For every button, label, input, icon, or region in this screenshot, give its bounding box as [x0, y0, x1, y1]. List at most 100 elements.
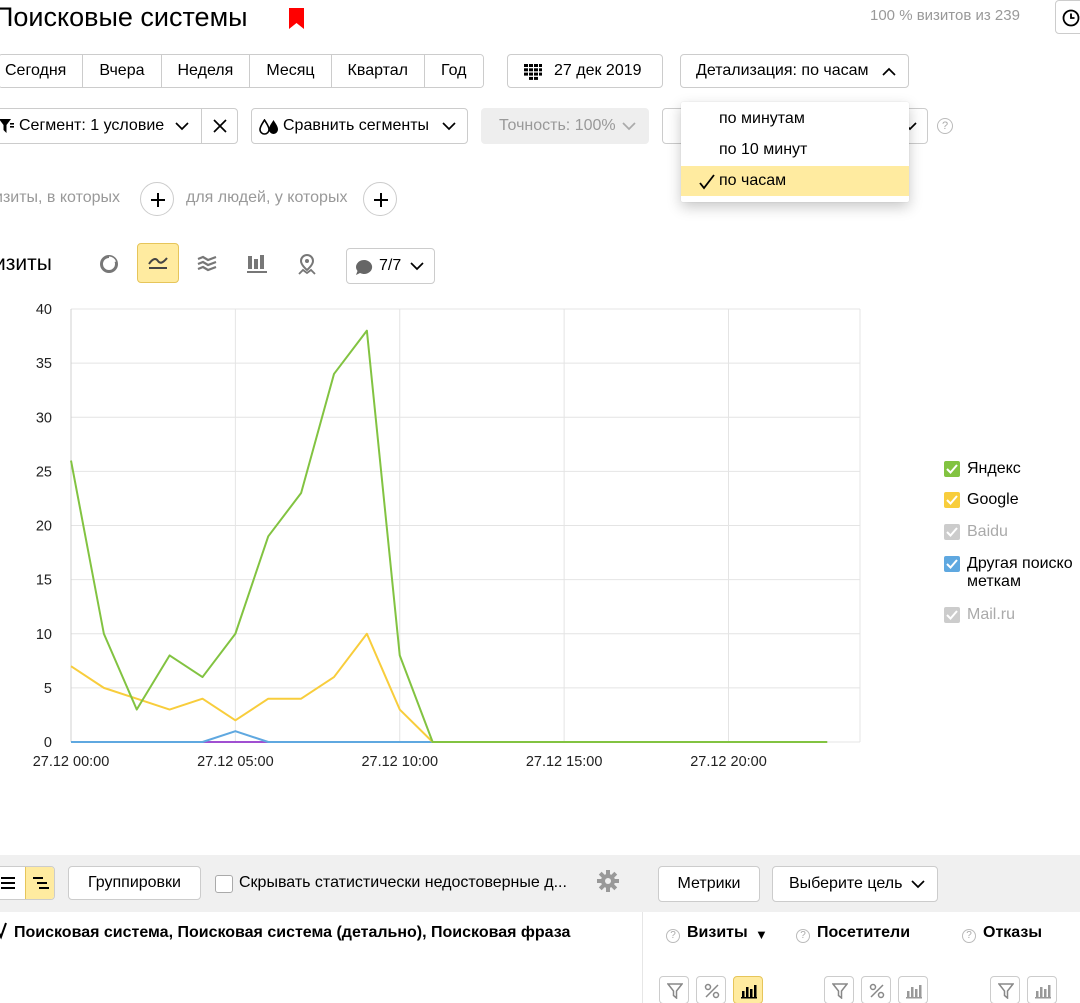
- chart-type-area[interactable]: [186, 244, 228, 284]
- filter-icon: [0, 119, 14, 133]
- legend-checkbox[interactable]: [944, 524, 960, 540]
- series-count: 7/7: [379, 257, 402, 274]
- chevron-down-icon: [175, 122, 189, 131]
- detail-dropdown-button[interactable]: Детализация: по часам: [680, 54, 909, 88]
- checkmark-icon: [946, 464, 958, 474]
- help-icon[interactable]: ?: [962, 929, 976, 943]
- help-icon[interactable]: ?: [666, 929, 680, 943]
- tree-view-button[interactable]: [25, 867, 54, 899]
- period-today[interactable]: Сегодня: [0, 55, 84, 87]
- chevron-up-icon: [882, 67, 896, 76]
- detail-dropdown-menu: по минутам по 10 минут по часам: [681, 102, 909, 202]
- x-tick-label: 27.12 00:00: [33, 754, 110, 770]
- detail-option-10-minutes[interactable]: по 10 минут: [681, 135, 909, 165]
- add-visits-condition-button[interactable]: [140, 182, 174, 216]
- bar-chart-icon: [247, 255, 267, 273]
- legend-checkbox[interactable]: [944, 461, 960, 477]
- x-tick-label: 27.12 15:00: [526, 754, 603, 770]
- legend-label: Яндекс: [967, 460, 1021, 477]
- select-goal-button[interactable]: Выберите цель: [772, 866, 938, 902]
- chevron-down-icon: [622, 122, 636, 131]
- clock-icon: [1062, 9, 1080, 27]
- detail-option-hours[interactable]: по часам: [681, 166, 909, 196]
- legend-label: Google: [967, 491, 1019, 508]
- hide-unreliable-label: Скрывать статистически недостоверные д..…: [239, 874, 567, 891]
- dimensions-header[interactable]: Поисковая система, Поисковая система (де…: [14, 924, 570, 942]
- date-label: 27 дек 2019: [554, 62, 642, 79]
- goal-label: Выберите цель: [789, 875, 903, 892]
- flat-view-button[interactable]: [0, 867, 25, 899]
- compare-label: Сравнить сегменты: [283, 117, 430, 134]
- chart-type-pie[interactable]: [88, 244, 130, 284]
- page-title: Поисковые системы: [0, 2, 248, 32]
- groupings-button[interactable]: Группировки: [68, 866, 201, 900]
- plus-icon: [374, 193, 388, 207]
- people-condition-label: для людей, у которых: [186, 189, 348, 206]
- legend-checkbox[interactable]: [944, 607, 960, 623]
- period-quarter[interactable]: Квартал: [331, 55, 426, 87]
- y-tick-label: 25: [36, 464, 52, 480]
- chart-visitors-button[interactable]: [898, 976, 928, 1003]
- bookmark-icon[interactable]: [289, 8, 304, 29]
- segment-button[interactable]: Сегмент: 1 условие: [0, 109, 202, 143]
- checkmark-icon: [946, 527, 958, 537]
- chart-type-map[interactable]: [286, 244, 328, 284]
- date-picker-button[interactable]: 27 дек 2019: [507, 54, 663, 88]
- hide-unreliable-checkbox[interactable]: [215, 875, 233, 893]
- help-icon[interactable]: ?: [796, 929, 810, 943]
- x-tick-label: 27.12 10:00: [361, 754, 438, 770]
- checkmark-icon: [946, 559, 958, 569]
- period-yesterday[interactable]: Вчера: [83, 55, 162, 87]
- close-icon: [213, 119, 227, 133]
- drops-icon: [259, 119, 278, 135]
- filter-bounces-button[interactable]: [990, 976, 1020, 1003]
- chevron-down-icon: [911, 880, 925, 889]
- segment-label: Сегмент: 1 условие: [19, 117, 165, 134]
- period-week[interactable]: Неделя: [161, 55, 251, 87]
- segment-clear-button[interactable]: [202, 109, 238, 143]
- checkmark-icon: [699, 174, 715, 190]
- filter-visits-button[interactable]: [659, 976, 689, 1003]
- detail-option-hours-label: по часам: [719, 172, 787, 189]
- compare-segments-button[interactable]: Сравнить сегменты: [251, 108, 468, 144]
- bar-chart-icon: [906, 985, 922, 999]
- detail-label: Детализация: по часам: [696, 62, 869, 79]
- percent-visits-button[interactable]: [696, 976, 726, 1003]
- pie-chart-icon: [100, 255, 118, 273]
- legend-checkbox[interactable]: [944, 556, 960, 572]
- help-icon[interactable]: ?: [937, 118, 953, 134]
- line-chart-icon: [148, 257, 168, 269]
- filter-icon: [998, 983, 1014, 999]
- chevron-down-icon: [410, 262, 424, 271]
- legend-label: Baidu: [967, 523, 1008, 540]
- x-tick-label: 27.12 20:00: [690, 754, 767, 770]
- percent-visitors-button[interactable]: [861, 976, 891, 1003]
- gear-icon[interactable]: [597, 870, 619, 892]
- filter-visitors-button[interactable]: [824, 976, 854, 1003]
- segment-control: Сегмент: 1 условие: [0, 108, 238, 144]
- add-people-condition-button[interactable]: [363, 182, 397, 216]
- history-button[interactable]: [1055, 0, 1080, 34]
- column-visits-label: Визиты: [687, 924, 748, 941]
- chart-type-line[interactable]: [137, 243, 179, 283]
- chart-bounces-button[interactable]: [1027, 976, 1057, 1003]
- visits-info: 100 % визитов из 239: [870, 7, 1020, 24]
- y-tick-label: 10: [36, 627, 52, 643]
- sort-desc-icon: ▼: [755, 927, 768, 942]
- calendar-icon: [524, 64, 542, 80]
- series-selector-button[interactable]: 7/7: [346, 248, 435, 284]
- period-year[interactable]: Год: [425, 55, 483, 87]
- y-tick-label: 20: [36, 519, 52, 535]
- column-bounces-label: Отказы: [983, 924, 1042, 941]
- accuracy-button[interactable]: Точность: 100%: [481, 108, 649, 144]
- period-month[interactable]: Месяц: [250, 55, 332, 87]
- chart-type-bar[interactable]: [236, 244, 278, 284]
- chart-visits-button[interactable]: [733, 976, 763, 1003]
- column-visitors-label: Посетители: [817, 924, 911, 941]
- percent-icon: [704, 983, 720, 999]
- metrics-button[interactable]: Метрики: [658, 866, 760, 902]
- table-view-toggle: [0, 866, 55, 900]
- detail-option-minutes[interactable]: по минутам: [681, 104, 909, 134]
- visits-condition-label: изиты, в которых: [0, 189, 121, 206]
- legend-checkbox[interactable]: [944, 492, 960, 508]
